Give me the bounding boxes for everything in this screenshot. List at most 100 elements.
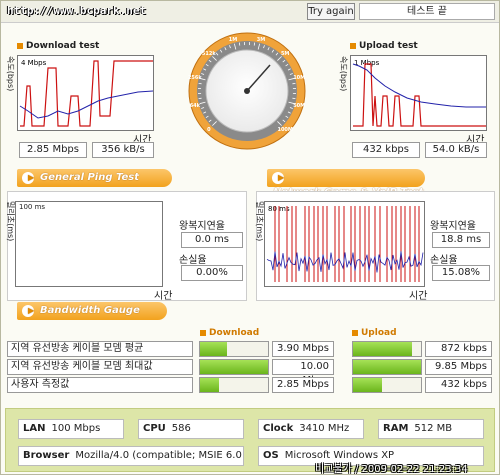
ping-loss-label: 손실율 xyxy=(179,255,207,266)
bw-download-value: 10.00 Mbps xyxy=(272,359,334,386)
bw-upload-bar-fill xyxy=(353,360,421,374)
upload-kbs: 54.0 kB/s xyxy=(425,142,487,158)
test-status: 테스트 끝 xyxy=(359,3,495,20)
gauge-label: 1M xyxy=(229,37,237,43)
info-lan-label: LAN xyxy=(23,423,46,434)
ping-band-label: General Ping Test xyxy=(40,172,140,183)
bw-download-bar-fill xyxy=(200,342,227,356)
bullet-icon xyxy=(350,42,356,49)
ping-rtt-label: 왕복지연율 xyxy=(179,221,225,232)
bw-download-bar-fill xyxy=(200,360,268,374)
ping-chart: 100 ms xyxy=(15,201,163,287)
site-url[interactable]: http://www.bcpark.net xyxy=(7,4,146,17)
bw-download-bar xyxy=(199,359,269,375)
bw-download-bar xyxy=(199,377,269,393)
bw-download-bar-fill xyxy=(200,378,220,392)
info-cpu: CPU 586 xyxy=(138,419,244,439)
info-browser: Browser Mozilla/4.0 (compatible; MSIE 6.0 xyxy=(18,446,244,466)
ping-axis-top: 100 ms xyxy=(19,203,46,211)
gauge-label: 100M xyxy=(277,127,292,133)
info-cpu-value: 586 xyxy=(171,423,191,434)
bw-upload-bar-fill xyxy=(353,342,413,356)
game-series-red xyxy=(274,206,420,282)
bw-upload-bar xyxy=(352,359,422,375)
game-loss: 15.08% xyxy=(432,265,490,281)
bw-row-label-max: 지역 유선방송 케이블 모뎀 최대값 xyxy=(7,359,193,375)
bw-row-label-user: 사용자 측정값 xyxy=(7,377,193,393)
bw-upload-value: 872 kbps xyxy=(425,341,492,357)
speed-test-window: http://www.bcpark.net Try again 테스트 끝 Do… xyxy=(0,0,500,475)
gauge-label: 0 xyxy=(207,127,211,133)
ping-loss: 0.00% xyxy=(181,265,243,281)
bw-download-bar xyxy=(199,341,269,357)
bw-upload-value: 432 kbps xyxy=(425,377,492,393)
download-title-text: Download test xyxy=(26,41,100,51)
play-icon: ▶ xyxy=(272,172,284,184)
info-lan-value: 100 Mbps xyxy=(51,423,101,434)
bw-upload-value: 9.85 Mbps xyxy=(425,359,492,375)
info-browser-value: Mozilla/4.0 (compatible; MSIE 6.0 xyxy=(75,450,242,461)
game-xlabel: 시간 xyxy=(409,291,428,302)
info-lan: LAN 100 Mbps xyxy=(18,419,124,439)
bw-upload-bar-fill xyxy=(353,378,383,392)
game-rtt: 18.8 ms xyxy=(432,232,490,248)
gauge-label: 10M xyxy=(293,75,305,81)
upload-title-text: Upload test xyxy=(359,41,418,51)
info-os-label: OS xyxy=(263,450,279,461)
download-mbps: 2.85 Mbps xyxy=(19,142,87,158)
game-chart: 80 ms xyxy=(264,201,425,287)
footer-stamp: 비교불가 / 2009-02-22 21:23:34 xyxy=(315,464,468,475)
gauge-label: 50M xyxy=(293,103,305,109)
info-browser-label: Browser xyxy=(23,450,70,461)
upload-chart: 1 Mbps xyxy=(350,55,487,131)
bandwidth-band-label: Bandwidth Gauge xyxy=(40,305,140,316)
ping-xlabel: 시간 xyxy=(154,291,173,302)
info-clock: Clock 3410 MHz xyxy=(258,419,364,439)
download-kbs: 356 kB/s xyxy=(92,142,154,158)
download-title: Download test xyxy=(17,41,99,51)
info-cpu-label: CPU xyxy=(143,423,166,434)
bullet-icon xyxy=(200,329,206,336)
gauge-label: 3M xyxy=(257,37,265,43)
game-rtt-label: 왕복지연율 xyxy=(430,221,476,232)
ping-rtt: 0.0 ms xyxy=(181,232,243,248)
gauge-label: 256k xyxy=(188,75,202,81)
bw-upload-bar xyxy=(352,377,422,393)
info-ram-value: 512 MB xyxy=(414,423,453,434)
bw-upload-bar xyxy=(352,341,422,357)
info-ram: RAM 512 MB xyxy=(378,419,484,439)
ping-test-band: ▶ General Ping Test xyxy=(17,169,172,187)
bw-download-header-text: Download xyxy=(209,328,260,338)
try-again-button[interactable]: Try again xyxy=(307,3,355,20)
download-chart: 4 Mbps xyxy=(17,55,154,131)
bw-download-value: 3.90 Mbps xyxy=(272,341,334,357)
bandwidth-gauge-band: ▶ Bandwidth Gauge xyxy=(17,302,167,320)
info-ram-label: RAM xyxy=(383,423,409,434)
play-icon: ▶ xyxy=(22,172,34,184)
download-ylabel: 속도(bps) xyxy=(6,56,15,92)
info-clock-value: 3410 MHz xyxy=(299,423,350,434)
bw-row-label-avg: 지역 유선방송 케이블 모뎀 평균 xyxy=(7,341,193,357)
bullet-icon xyxy=(352,329,358,336)
bullet-icon xyxy=(17,42,23,49)
bw-upload-header-text: Upload xyxy=(361,328,397,338)
gauge-label: 512k xyxy=(202,51,216,57)
play-icon: ▶ xyxy=(22,305,34,317)
upload-kbps: 432 kbps xyxy=(352,142,420,158)
bw-upload-header: Upload xyxy=(352,328,397,338)
gauge-label: 64k xyxy=(190,103,201,109)
info-clock-label: Clock xyxy=(263,423,294,434)
download-series-red xyxy=(20,60,153,127)
upload-title: Upload test xyxy=(350,41,418,51)
game-series-blue xyxy=(266,251,424,273)
game-test-band: ▶Network Game & VoIP Test xyxy=(267,169,425,198)
download-series-blue xyxy=(19,90,153,119)
upload-series-red xyxy=(353,63,486,127)
gauge-label: 5M xyxy=(281,51,289,57)
bw-download-header: Download xyxy=(200,328,259,338)
game-loss-label: 손실율 xyxy=(430,255,458,266)
bw-download-value: 2.85 Mbps xyxy=(272,377,334,393)
download-axis-top: 4 Mbps xyxy=(21,59,47,67)
upload-ylabel: 속도(bps) xyxy=(339,56,348,92)
speed-gauge: 0 64k 256k 512k 1M 3M 5M 10M 50M 100M xyxy=(188,32,306,150)
